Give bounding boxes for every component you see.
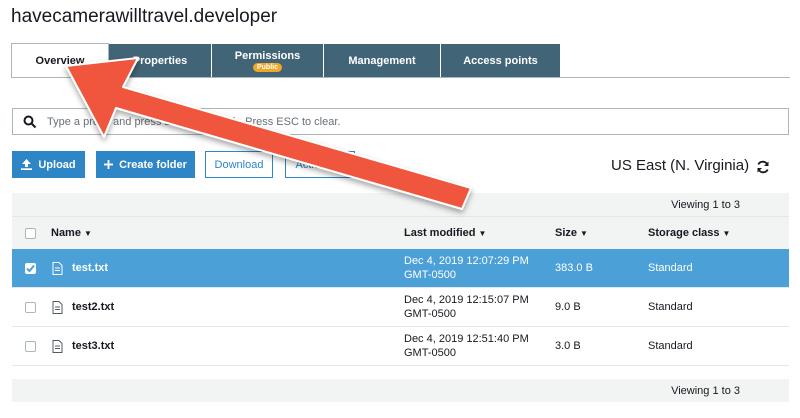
column-header-size[interactable]: Size ▼ <box>555 227 588 239</box>
storage-class: Standard <box>648 262 693 274</box>
column-header-name[interactable]: Name ▼ <box>51 227 92 239</box>
tab-bar: Overview Properties Permissions Public M… <box>11 43 561 78</box>
download-label: Download <box>214 158 264 171</box>
refresh-icon[interactable] <box>756 160 770 174</box>
column-label: Last modified <box>404 227 476 239</box>
viewing-count: Viewing 1 to 3 <box>671 199 740 211</box>
tab-label: Properties <box>132 55 188 67</box>
tab-label: Overview <box>35 55 85 67</box>
actions-button[interactable]: Actions ▼ <box>285 151 355 178</box>
search-box <box>12 108 789 135</box>
create-folder-button[interactable]: Create folder <box>96 151 195 178</box>
actions-label: Actions <box>295 158 332 171</box>
column-label: Name <box>51 227 81 239</box>
search-icon <box>23 115 37 129</box>
table-row[interactable]: test3.txt Dec 4, 2019 12:51:40 PM GMT-05… <box>12 327 789 366</box>
file-name-link[interactable]: test3.txt <box>72 340 114 352</box>
upload-label: Upload <box>38 158 76 171</box>
column-header-last-modified[interactable]: Last modified ▼ <box>404 227 486 239</box>
checkmark-icon <box>26 264 35 273</box>
modified-timezone: GMT-0500 <box>404 269 456 281</box>
file-size: 383.0 B <box>555 262 593 274</box>
tab-label: Access points <box>463 55 538 67</box>
column-header-storage-class[interactable]: Storage class ▼ <box>648 227 730 239</box>
tab-label: Management <box>348 55 416 67</box>
modified-timezone: GMT-0500 <box>404 347 456 359</box>
viewing-count: Viewing 1 to 3 <box>671 385 740 397</box>
public-badge: Public <box>252 63 282 72</box>
pagination-bar: Viewing 1 to 3 <box>12 193 789 216</box>
file-icon <box>52 340 63 353</box>
table-row[interactable]: test.txt Dec 4, 2019 12:07:29 PM GMT-050… <box>12 249 789 288</box>
tab-access-points[interactable]: Access points <box>441 44 561 78</box>
select-all-checkbox[interactable] <box>25 228 36 239</box>
last-modified: Dec 4, 2019 12:51:40 PM GMT-0500 <box>404 332 529 360</box>
pagination-bar-bottom: Viewing 1 to 3 <box>12 379 789 402</box>
caret-down-icon: ▼ <box>83 229 92 238</box>
table-header: Name ▼ Last modified ▼ Size ▼ Storage class… <box>12 216 789 249</box>
file-name-link[interactable]: test.txt <box>72 262 108 274</box>
tab-management[interactable]: Management <box>324 44 441 78</box>
row-checkbox[interactable] <box>25 302 36 313</box>
storage-class: Standard <box>648 340 693 352</box>
file-name-link[interactable]: test2.txt <box>72 301 114 313</box>
last-modified: Dec 4, 2019 12:07:29 PM GMT-0500 <box>404 254 529 282</box>
create-folder-label: Create folder <box>119 158 187 171</box>
bucket-title: havecamerawilltravel.developer <box>11 6 278 27</box>
modified-date: Dec 4, 2019 12:51:40 PM <box>404 333 529 345</box>
region-label: US East (N. Virginia) <box>611 157 750 174</box>
file-icon <box>52 301 63 314</box>
tab-properties[interactable]: Properties <box>109 44 212 78</box>
storage-class: Standard <box>648 301 693 313</box>
modified-date: Dec 4, 2019 12:15:07 PM <box>404 294 529 306</box>
upload-button[interactable]: Upload <box>12 151 85 178</box>
file-size: 3.0 B <box>555 340 581 352</box>
row-checkbox[interactable] <box>25 341 36 352</box>
upload-icon <box>21 159 33 170</box>
tab-overview[interactable]: Overview <box>11 43 109 78</box>
download-button[interactable]: Download <box>205 151 273 178</box>
search-input[interactable] <box>47 111 777 132</box>
file-size: 9.0 B <box>555 301 581 313</box>
table-row[interactable]: test2.txt Dec 4, 2019 12:15:07 PM GMT-05… <box>12 288 789 327</box>
chevron-down-icon: ▼ <box>337 161 345 168</box>
caret-down-icon: ▼ <box>478 229 487 238</box>
file-icon <box>52 262 63 275</box>
last-modified: Dec 4, 2019 12:15:07 PM GMT-0500 <box>404 293 529 321</box>
tab-permissions[interactable]: Permissions Public <box>212 44 324 78</box>
caret-down-icon: ▼ <box>722 229 731 238</box>
row-checkbox[interactable] <box>25 263 36 274</box>
column-label: Storage class <box>648 227 720 239</box>
modified-date: Dec 4, 2019 12:07:29 PM <box>404 255 529 267</box>
plus-icon <box>104 160 114 169</box>
tabs-divider <box>11 77 790 78</box>
tab-label: Permissions <box>234 50 301 62</box>
caret-down-icon: ▼ <box>580 229 588 238</box>
modified-timezone: GMT-0500 <box>404 308 456 320</box>
column-label: Size <box>555 227 578 239</box>
